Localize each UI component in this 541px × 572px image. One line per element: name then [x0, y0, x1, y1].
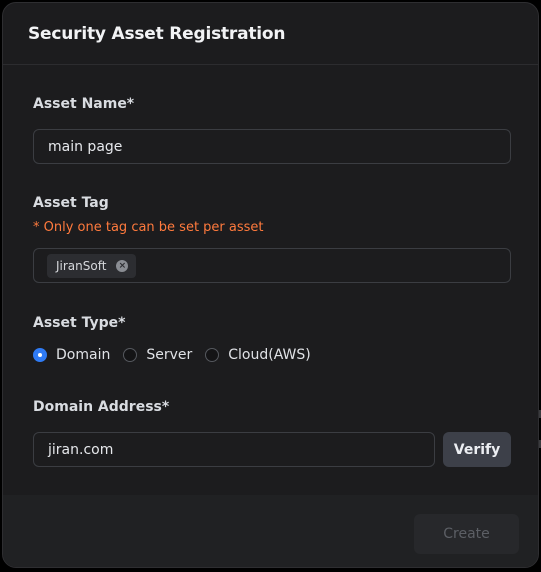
- asset-name-label: Asset Name*: [33, 96, 135, 112]
- asset-name-input[interactable]: main page: [33, 129, 511, 164]
- verify-button[interactable]: Verify: [443, 432, 511, 467]
- radio-checked-icon[interactable]: [33, 348, 47, 362]
- modal-body: Asset Name* main page Asset Tag * Only o…: [3, 65, 538, 495]
- asset-type-label: Asset Type*: [33, 315, 126, 331]
- radio-domain[interactable]: Domain: [33, 347, 110, 363]
- tag-chip: JiranSoft ×: [47, 253, 137, 278]
- modal-title: Security Asset Registration: [28, 23, 286, 44]
- domain-address-value: jiran.com: [48, 441, 114, 458]
- tag-chip-label: JiranSoft: [56, 258, 107, 273]
- radio-server-label: Server: [146, 347, 193, 363]
- radio-server[interactable]: Server: [123, 347, 192, 363]
- asset-type-radio-group: Domain Server Cloud(AWS): [33, 347, 324, 363]
- asset-registration-modal: Security Asset Registration Asset Name* …: [2, 2, 539, 568]
- asset-tag-input[interactable]: JiranSoft ×: [33, 248, 511, 283]
- domain-address-input[interactable]: jiran.com: [33, 432, 435, 467]
- close-circle-icon[interactable]: ×: [116, 259, 129, 272]
- radio-domain-label: Domain: [56, 347, 111, 363]
- domain-address-label: Domain Address*: [33, 399, 170, 415]
- modal-footer: Create: [3, 495, 538, 567]
- radio-unchecked-icon[interactable]: [205, 348, 220, 362]
- radio-cloud-aws-label: Cloud(AWS): [228, 347, 311, 363]
- modal-header: Security Asset Registration: [3, 3, 538, 65]
- create-button[interactable]: Create: [414, 514, 519, 554]
- radio-unchecked-icon[interactable]: [123, 348, 138, 362]
- radio-cloud-aws[interactable]: Cloud(AWS): [205, 347, 311, 363]
- asset-tag-hint: * Only one tag can be set per asset: [33, 220, 264, 235]
- asset-name-value: main page: [48, 138, 123, 155]
- asset-tag-label: Asset Tag: [33, 195, 109, 211]
